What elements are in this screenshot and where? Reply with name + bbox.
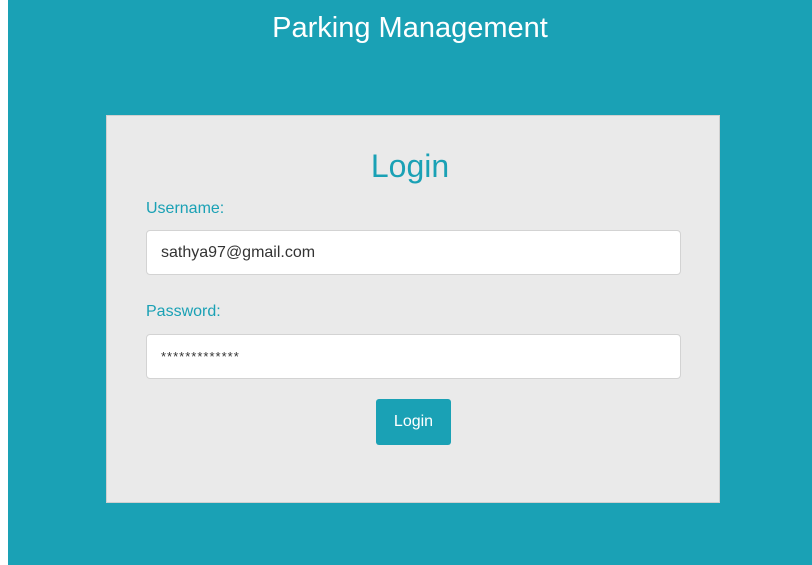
- username-input[interactable]: sathya97@gmail.com: [146, 230, 681, 275]
- app-title: Parking Management: [272, 12, 548, 44]
- password-label: Password:: [146, 303, 221, 320]
- login-heading: Login: [370, 148, 450, 184]
- app-background: Parking Management Login Username: sathy…: [8, 0, 812, 565]
- login-button[interactable]: Login: [376, 399, 451, 445]
- username-label: Username:: [146, 200, 225, 217]
- password-input[interactable]: *************: [146, 334, 681, 379]
